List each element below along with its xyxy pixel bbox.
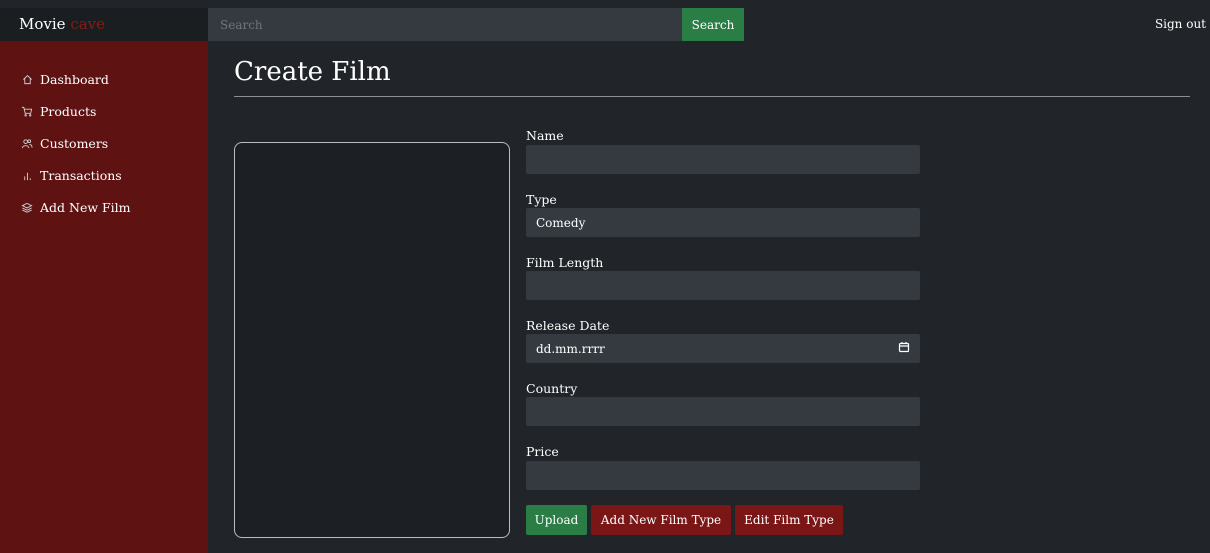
top-navbar: Movie cave Search Sign out bbox=[0, 8, 1210, 41]
cart-icon bbox=[21, 105, 33, 117]
brand-name: Movie bbox=[19, 15, 66, 33]
bar-chart-icon bbox=[21, 169, 33, 181]
release-date-field[interactable]: dd.mm.rrrr bbox=[526, 334, 920, 363]
sidebar: Dashboard Products Customers Transaction… bbox=[0, 41, 208, 553]
release-date-value: dd.mm.rrrr bbox=[536, 341, 605, 356]
price-field[interactable] bbox=[526, 461, 920, 490]
edit-film-type-button[interactable]: Edit Film Type bbox=[735, 505, 843, 535]
sidebar-item-label: Dashboard bbox=[40, 71, 109, 87]
sidebar-item-label: Products bbox=[40, 103, 97, 119]
country-field[interactable] bbox=[526, 397, 920, 426]
layers-icon bbox=[21, 201, 33, 213]
sidebar-item-label: Transactions bbox=[40, 167, 122, 183]
brand-logo[interactable]: Movie cave bbox=[0, 8, 208, 41]
film-length-field[interactable] bbox=[526, 271, 920, 300]
poster-preview[interactable] bbox=[234, 142, 510, 538]
add-film-type-button[interactable]: Add New Film Type bbox=[591, 505, 731, 535]
brand-accent: cave bbox=[70, 15, 106, 33]
users-icon bbox=[21, 137, 33, 149]
release-date-label: Release Date bbox=[526, 318, 610, 333]
sidebar-item-add-new-film[interactable]: Add New Film bbox=[0, 191, 208, 223]
name-field[interactable] bbox=[526, 145, 920, 174]
title-divider bbox=[234, 96, 1190, 97]
sidebar-item-products[interactable]: Products bbox=[0, 95, 208, 127]
sidebar-item-label: Add New Film bbox=[40, 199, 131, 215]
country-label: Country bbox=[526, 381, 578, 396]
type-label: Type bbox=[526, 192, 557, 207]
page-title: Create Film bbox=[234, 57, 391, 87]
film-length-label: Film Length bbox=[526, 255, 604, 270]
sidebar-item-dashboard[interactable]: Dashboard bbox=[0, 63, 208, 95]
sidebar-item-label: Customers bbox=[40, 135, 109, 151]
price-label: Price bbox=[526, 444, 559, 459]
calendar-icon[interactable] bbox=[898, 341, 910, 356]
name-label: Name bbox=[526, 128, 564, 143]
sidebar-item-customers[interactable]: Customers bbox=[0, 127, 208, 159]
sidebar-item-transactions[interactable]: Transactions bbox=[0, 159, 208, 191]
search-input[interactable] bbox=[208, 8, 682, 41]
type-select[interactable]: Comedy bbox=[526, 208, 920, 237]
type-selected-value: Comedy bbox=[536, 215, 586, 230]
home-icon bbox=[21, 73, 33, 85]
upload-button[interactable]: Upload bbox=[526, 505, 587, 535]
search-button[interactable]: Search bbox=[682, 8, 744, 41]
sign-out-link[interactable]: Sign out bbox=[1155, 17, 1206, 31]
